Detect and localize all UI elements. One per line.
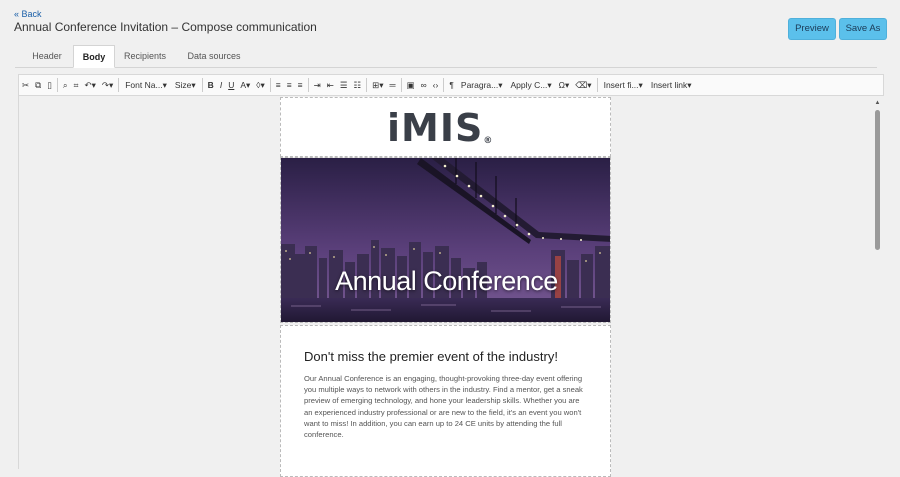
toolbar-divider [307,78,309,92]
save-as-button[interactable]: Save As [840,19,886,39]
email-headline: Don't miss the premier event of the indu… [304,349,558,364]
bold-icon[interactable]: B [206,77,216,93]
copy-icon[interactable]: ⧉ [33,77,43,93]
find-icon[interactable]: ⌕ [61,77,70,93]
insert-field-dropdown[interactable]: Insert fi... ▾ [601,77,646,93]
city-bridge-night-image [281,158,610,322]
logo-registered-icon: ® [483,136,494,146]
back-link[interactable]: « Back [14,9,42,19]
insert-link-label: Insert link [650,80,688,90]
logo-text: iMIS [387,106,484,150]
scroll-up-icon[interactable]: ▲ [873,100,882,106]
scroll-thumb[interactable] [875,110,880,250]
insert-link-dropdown[interactable]: Insert link ▾ [648,77,695,93]
horizontal-rule-icon[interactable]: ═ [388,77,398,93]
align-right-icon[interactable]: ≡ [296,77,305,93]
font-name-dropdown[interactable]: Font Na... ▾ [122,77,170,93]
bullet-list-icon[interactable]: ☷ [352,77,364,93]
logo-block[interactable]: iMIS® [280,97,611,157]
paragraph-mark-icon[interactable]: ¶ [447,77,456,93]
editor-toolbar: ✂ ⧉ ▯ ⌕ ⌗ ↶▾ ↷▾ Font Na... ▾ Size ▾ B I U … [18,74,884,96]
page-title: Annual Conference Invitation – Compose c… [14,20,317,34]
font-size-dropdown[interactable]: Size ▾ [172,77,199,93]
hero-title: Annual Conference [335,266,558,296]
tab-recipients[interactable]: Recipients [117,45,173,67]
toolbar-divider [56,78,58,92]
spellcheck-icon[interactable]: ⌗ [72,77,81,93]
insert-field-label: Insert fi... [603,80,639,90]
tab-body[interactable]: Body [73,45,115,68]
hero-banner[interactable]: Annual Conference [280,157,611,323]
preview-button[interactable]: Preview [789,19,835,39]
link-icon[interactable]: ∞ [419,77,429,93]
email-body-text: Our Annual Conference is an engaging, th… [304,374,583,440]
toolbar-divider [443,78,445,92]
toolbar-divider [201,78,203,92]
tab-header[interactable]: Header [23,45,71,67]
content-block[interactable]: Don't miss the premier event of the indu… [280,325,611,477]
special-character-icon[interactable]: Ω▾ [557,77,572,93]
imis-logo: iMIS® [387,106,493,150]
toolbar-divider [118,78,120,92]
toolbar-divider [596,78,598,92]
font-size-label: Size [174,80,192,90]
font-color-icon[interactable]: A▾ [238,77,252,93]
italic-icon[interactable]: I [218,77,224,93]
email-template: iMIS® Annual Conference Don't miss the p… [280,97,611,477]
paste-icon[interactable]: ▯ [45,77,54,93]
toolbar-divider [366,78,368,92]
numbered-list-icon[interactable]: ☰ [338,77,350,93]
font-name-label: Font Na... [125,80,163,90]
cut-icon[interactable]: ✂ [20,77,31,93]
paragraph-dropdown[interactable]: Paragra... ▾ [458,77,506,93]
align-center-icon[interactable]: ≡ [285,77,294,93]
undo-icon[interactable]: ↶▾ [82,77,97,93]
format-stripper-icon[interactable]: ⌫▾ [573,77,593,93]
tab-data-sources[interactable]: Data sources [179,45,249,67]
align-left-icon[interactable]: ≡ [274,77,283,93]
highlight-color-icon[interactable]: ◊▾ [254,77,266,93]
apply-css-label: Apply C... [510,80,548,90]
outdent-icon[interactable]: ⇤ [325,77,336,93]
toolbar-divider [269,78,271,92]
underline-icon[interactable]: U [226,77,236,93]
apply-css-dropdown[interactable]: Apply C... ▾ [508,77,555,93]
redo-icon[interactable]: ↷▾ [100,77,115,93]
html-source-icon[interactable]: ‹› [431,77,441,93]
tab-bar: Header Body Recipients Data sources [15,45,877,68]
paragraph-label: Paragra... [460,80,499,90]
editor-scrollbar[interactable]: ▲ [873,98,882,469]
table-icon[interactable]: ⊞▾ [370,77,385,93]
indent-icon[interactable]: ⇥ [312,77,323,93]
toolbar-divider [400,78,402,92]
image-icon[interactable]: ▣ [405,77,417,93]
